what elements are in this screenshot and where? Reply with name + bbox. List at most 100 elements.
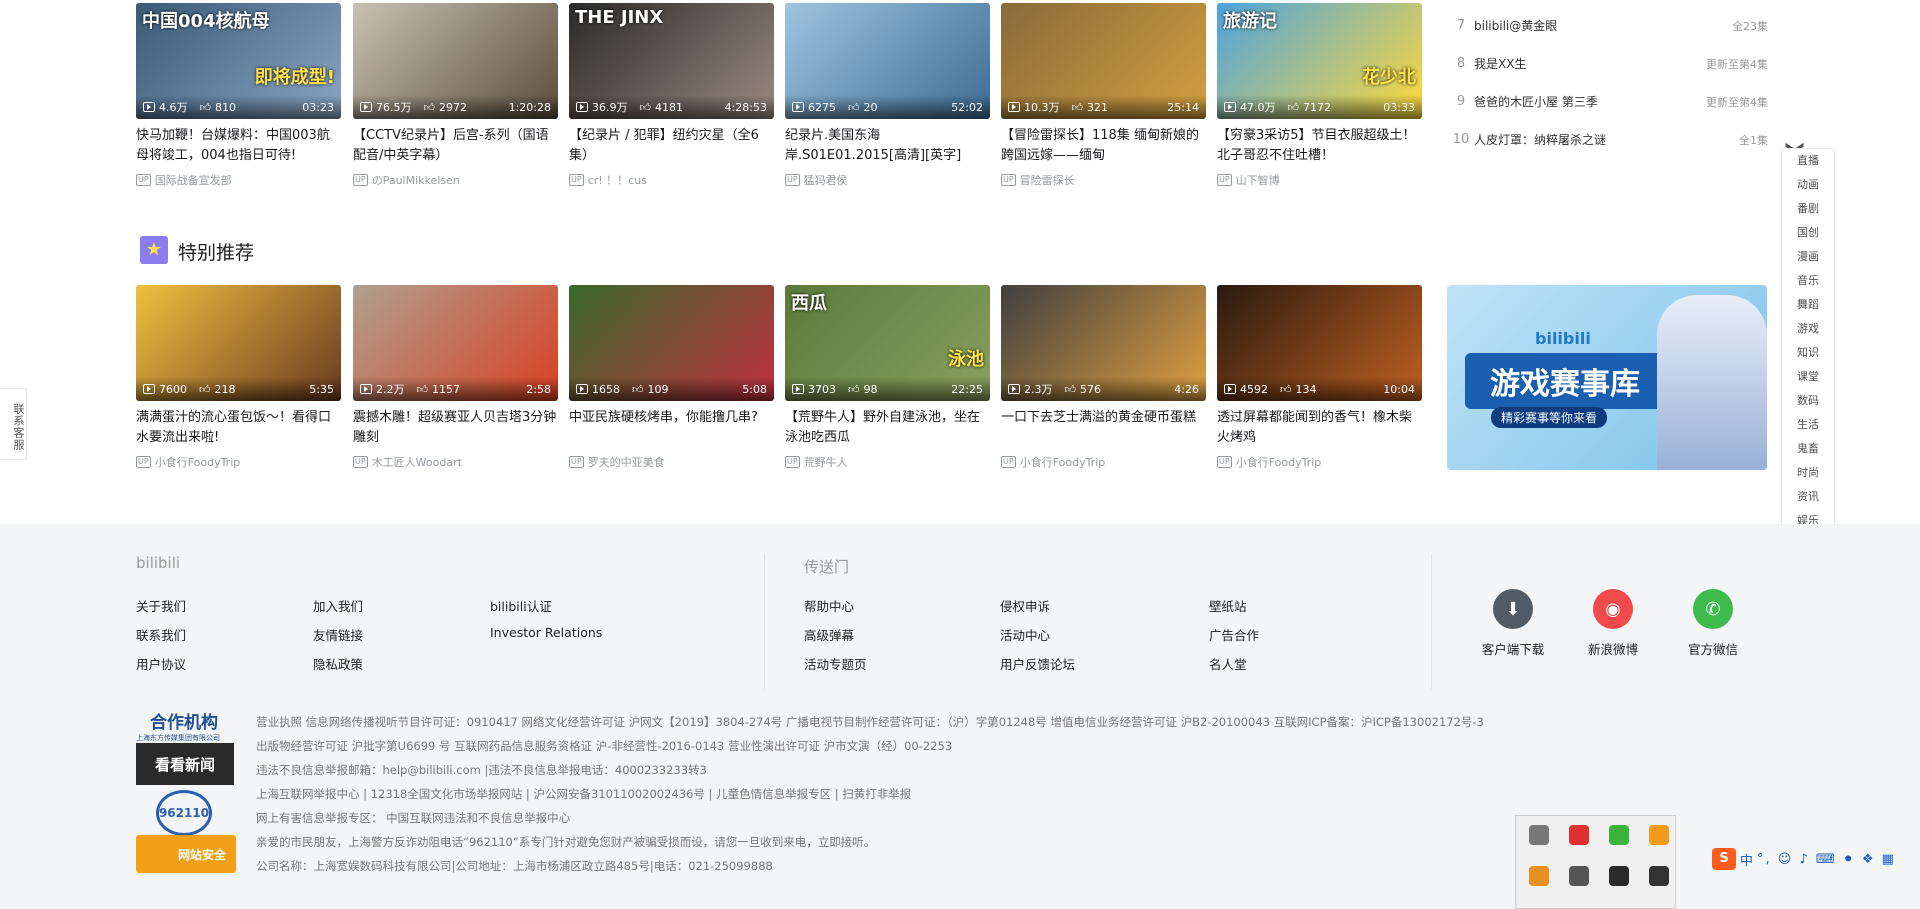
uploader[interactable]: UP 荒野牛人 bbox=[785, 454, 990, 470]
game-event-banner[interactable]: bilibili 游戏赛事库 精彩赛事等你来看 bbox=[1447, 285, 1767, 470]
video-thumbnail[interactable]: 4592 👍︎ 134 10:04 bbox=[1217, 285, 1422, 401]
video-card[interactable]: 2.2万 👍︎ 1157 2:58 震撼木雕！超级赛亚人贝吉塔3分钟雕刻 UP 木工匠人Wo… bbox=[353, 285, 558, 470]
video-title[interactable]: 【荒野牛人】野外自建泳池，坐在泳池吃西瓜 bbox=[785, 408, 990, 448]
video-title[interactable]: 震撼木雕！超级赛亚人贝吉塔3分钟雕刻 bbox=[353, 408, 558, 448]
video-card[interactable]: 10.3万 👍︎ 321 25:14 【冒险雷探长】118集 缅甸新娘的跨国远嫁——缅甸… bbox=[1001, 3, 1206, 188]
video-card[interactable]: 旅游记 花少北 47.0万 👍︎ 7172 03:33 【穷豪3采访5】节目衣服超级土！北子… bbox=[1217, 3, 1422, 188]
video-title[interactable]: 【纪录片 / 犯罪】纽约灾星（全6集） bbox=[569, 126, 774, 166]
tray-app-icon[interactable] bbox=[1529, 866, 1549, 886]
tray-app-icon[interactable] bbox=[1529, 825, 1549, 845]
video-thumbnail[interactable]: 1658 👍︎ 109 5:08 bbox=[569, 285, 774, 401]
footer-link[interactable]: 友情链接 bbox=[313, 625, 473, 654]
uploader[interactable]: UP 罗夫的中亚美食 bbox=[569, 454, 774, 470]
962110-logo[interactable]: 962110 bbox=[156, 790, 212, 836]
footer-link[interactable]: Investor Relations bbox=[490, 625, 650, 654]
video-title[interactable]: 【冒险雷探长】118集 缅甸新娘的跨国远嫁——缅甸 bbox=[1001, 126, 1206, 166]
uploader[interactable]: UP 猛犸君侯 bbox=[785, 172, 990, 188]
video-title[interactable]: 快马加鞭！台媒爆料：中国003航母将竣工，004也指日可待! bbox=[136, 126, 341, 166]
ranking-item[interactable]: 8 我是XX生 更新至第4集 bbox=[1448, 55, 1768, 72]
tray-app-icon[interactable] bbox=[1569, 825, 1589, 845]
video-title[interactable]: 透过屏幕都能闻到的香气！橡木柴火烤鸡 bbox=[1217, 408, 1422, 448]
sogou-icon[interactable]: S bbox=[1712, 848, 1736, 870]
video-title[interactable]: 中亚民族硬核烤串，你能撸几串? bbox=[569, 408, 774, 448]
video-card[interactable]: 6275 👍︎ 20 52:02 纪录片.美国东海岸.S01E01.2015[高清][英… bbox=[785, 3, 990, 188]
footer-link[interactable]: 联系我们 bbox=[136, 625, 296, 654]
tray-app-icon[interactable] bbox=[1609, 825, 1629, 845]
tray-app-icon[interactable] bbox=[1609, 866, 1629, 886]
ranking-item[interactable]: 9 爸爸的木匠小屋 第三季 更新至第4集 bbox=[1448, 93, 1768, 110]
contact-service-tab[interactable]: 联系客服 bbox=[0, 388, 27, 460]
side-nav-item[interactable]: 生活 bbox=[1782, 413, 1834, 437]
tray-app-icon[interactable] bbox=[1569, 866, 1589, 886]
side-nav-item[interactable]: 国创 bbox=[1782, 221, 1834, 245]
kankan-news-logo[interactable]: 看看新闻 bbox=[136, 743, 234, 785]
uploader[interactable]: UP 小食行FoodyTrip bbox=[1001, 454, 1206, 470]
side-nav-item[interactable]: 鬼畜 bbox=[1782, 437, 1834, 461]
side-nav-item[interactable]: 舞蹈 bbox=[1782, 293, 1834, 317]
uploader[interactable]: UP 小食行FoodyTrip bbox=[1217, 454, 1422, 470]
footer-app-link[interactable]: ⬇ 客户端下载 bbox=[1463, 589, 1563, 658]
video-card[interactable]: 4592 👍︎ 134 10:04 透过屏幕都能闻到的香气！橡木柴火烤鸡 UP 小食行Foo… bbox=[1217, 285, 1422, 470]
video-thumbnail[interactable]: 2.2万 👍︎ 1157 2:58 bbox=[353, 285, 558, 401]
video-card[interactable]: 7600 👍︎ 218 5:35 满满蛋汁的流心蛋包饭～！看得口水要流出来啦! UP 小食行… bbox=[136, 285, 341, 470]
video-thumbnail[interactable]: 7600 👍︎ 218 5:35 bbox=[136, 285, 341, 401]
uploader[interactable]: UP 国际战备宣发部 bbox=[136, 172, 341, 188]
ime-tools-icons[interactable]: °, ☺ ♪ ⌨ ⚫ ❖ ▦ bbox=[1757, 852, 1896, 867]
video-card[interactable]: 1658 👍︎ 109 5:08 中亚民族硬核烤串，你能撸几串? UP 罗夫的中亚美食 bbox=[569, 285, 774, 470]
footer-app-link[interactable]: ✆ 官方微信 bbox=[1663, 589, 1763, 658]
video-thumbnail[interactable]: 旅游记 花少北 47.0万 👍︎ 7172 03:33 bbox=[1217, 3, 1422, 119]
video-title[interactable]: 一口下去芝士满溢的黄金硬币蛋糕 bbox=[1001, 408, 1206, 448]
footer-link[interactable]: 名人堂 bbox=[1209, 654, 1369, 683]
side-nav-item[interactable]: 数码 bbox=[1782, 389, 1834, 413]
video-thumbnail[interactable]: 10.3万 👍︎ 321 25:14 bbox=[1001, 3, 1206, 119]
uploader[interactable]: UP 山下智博 bbox=[1217, 172, 1422, 188]
uploader[interactable]: UP 木工匠人Woodart bbox=[353, 454, 558, 470]
video-card[interactable]: 中国004核航母 即将成型! 4.6万 👍︎ 810 03:23 快马加鞭！台媒爆料：中国0… bbox=[136, 3, 341, 188]
uploader[interactable]: UP のPaulMikkelsen bbox=[353, 172, 558, 188]
video-title[interactable]: 【CCTV纪录片】后宫-系列（国语配音/中英字幕） bbox=[353, 126, 558, 166]
footer-app-link[interactable]: ◉ 新浪微博 bbox=[1563, 589, 1663, 658]
uploader[interactable]: UP cr! ！！cus bbox=[569, 172, 774, 188]
side-nav-item[interactable]: 时尚 bbox=[1782, 461, 1834, 485]
footer-link[interactable]: 活动中心 bbox=[1000, 625, 1160, 654]
side-nav-item[interactable]: 动画 bbox=[1782, 173, 1834, 197]
footer-link[interactable]: 用户协议 bbox=[136, 654, 296, 683]
side-nav-item[interactable]: 音乐 bbox=[1782, 269, 1834, 293]
video-card[interactable]: 76.5万 👍︎ 2972 1:20:28 【CCTV纪录片】后宫-系列（国语配音/中英… bbox=[353, 3, 558, 188]
website-security-logo[interactable]: 网站安全 bbox=[136, 835, 236, 873]
video-thumbnail[interactable]: 西瓜 泳池 3703 👍︎ 98 22:25 bbox=[785, 285, 990, 401]
video-thumbnail[interactable]: 中国004核航母 即将成型! 4.6万 👍︎ 810 03:23 bbox=[136, 3, 341, 119]
footer-link[interactable]: 侵权申诉 bbox=[1000, 596, 1160, 625]
footer-link[interactable]: 隐私政策 bbox=[313, 654, 473, 683]
side-nav-item[interactable]: 番剧 bbox=[1782, 197, 1834, 221]
footer-link[interactable]: 加入我们 bbox=[313, 596, 473, 625]
video-thumbnail[interactable]: 6275 👍︎ 20 52:02 bbox=[785, 3, 990, 119]
side-nav-item[interactable]: 知识 bbox=[1782, 341, 1834, 365]
side-nav-item[interactable]: 课堂 bbox=[1782, 365, 1834, 389]
ranking-item[interactable]: 7 bilibili@黄金眼 全23集 bbox=[1448, 17, 1768, 34]
tray-app-icon[interactable] bbox=[1649, 866, 1669, 886]
side-nav-item[interactable]: 直播 bbox=[1782, 149, 1834, 173]
uploader[interactable]: UP 小食行FoodyTrip bbox=[136, 454, 341, 470]
footer-link[interactable]: 壁纸站 bbox=[1209, 596, 1369, 625]
side-nav-item[interactable]: 资讯 bbox=[1782, 485, 1834, 509]
video-title[interactable]: 纪录片.美国东海岸.S01E01.2015[高清][英字] bbox=[785, 126, 990, 166]
video-thumbnail[interactable]: 2.3万 👍︎ 576 4:26 bbox=[1001, 285, 1206, 401]
footer-link[interactable]: 帮助中心 bbox=[804, 596, 964, 625]
footer-link[interactable]: 广告合作 bbox=[1209, 625, 1369, 654]
footer-link[interactable]: bilibili认证 bbox=[490, 596, 650, 625]
video-card[interactable]: 西瓜 泳池 3703 👍︎ 98 22:25 【荒野牛人】野外自建泳池，坐在泳池吃西瓜 UP 荒… bbox=[785, 285, 990, 470]
footer-link[interactable]: 活动专题页 bbox=[804, 654, 964, 683]
footer-link[interactable]: 高级弹幕 bbox=[804, 625, 964, 654]
video-card[interactable]: 2.3万 👍︎ 576 4:26 一口下去芝士满溢的黄金硬币蛋糕 UP 小食行FoodyTr… bbox=[1001, 285, 1206, 470]
tray-app-icon[interactable] bbox=[1649, 825, 1669, 845]
side-nav-item[interactable]: 漫画 bbox=[1782, 245, 1834, 269]
video-card[interactable]: THE JINX 36.9万 👍︎ 4181 4:28:53 【纪录片 / 犯罪】纽约灾星… bbox=[569, 3, 774, 188]
side-nav-item[interactable]: 游戏 bbox=[1782, 317, 1834, 341]
ranking-item[interactable]: 10 人皮灯罩：纳粹屠杀之谜 全1集 bbox=[1448, 131, 1768, 148]
video-title[interactable]: 【穷豪3采访5】节目衣服超级土！北子哥忍不住吐槽！ bbox=[1217, 126, 1422, 166]
ime-mode-label[interactable]: 中 bbox=[1740, 850, 1753, 869]
video-thumbnail[interactable]: 76.5万 👍︎ 2972 1:20:28 bbox=[353, 3, 558, 119]
footer-link[interactable]: 用户反馈论坛 bbox=[1000, 654, 1160, 683]
uploader[interactable]: UP 冒险雷探长 bbox=[1001, 172, 1206, 188]
